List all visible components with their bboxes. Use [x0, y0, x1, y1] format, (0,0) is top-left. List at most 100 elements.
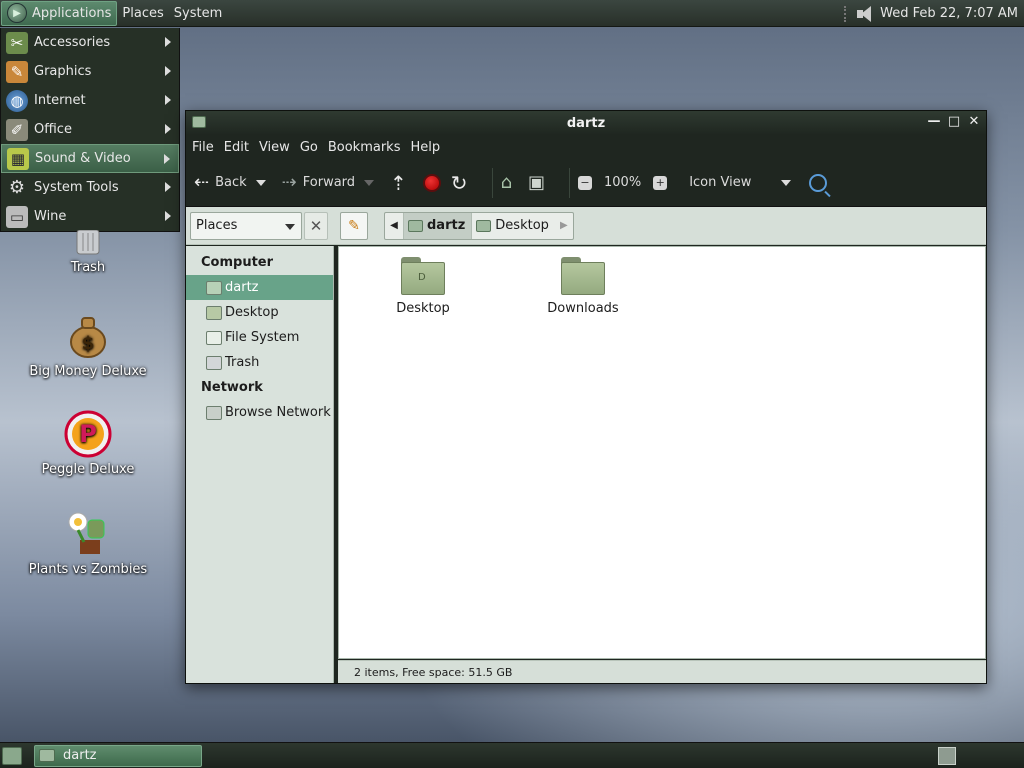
menu-item-label: Accessories — [34, 35, 111, 50]
crumb-label: Desktop — [495, 218, 549, 233]
reload-button[interactable]: ↻ — [451, 171, 474, 195]
trash-icon — [206, 355, 222, 370]
home-button[interactable]: ⌂ — [501, 172, 518, 193]
sidebar-header-computer: Computer — [201, 255, 274, 270]
sidebar-item-desktop[interactable]: Desktop — [186, 300, 333, 325]
close-button[interactable]: ✕ — [966, 114, 982, 130]
side-pane-select[interactable]: Places — [190, 211, 302, 240]
menu-file[interactable]: File — [188, 140, 218, 155]
forward-arrow-icon: ⇢ — [281, 172, 297, 193]
office-icon: ✐ — [6, 118, 28, 141]
maximize-button[interactable]: □ — [946, 114, 962, 130]
menu-item-label: Sound & Video — [35, 151, 131, 166]
sidebar-item-file-system[interactable]: File System — [186, 325, 333, 350]
zoom-in-button[interactable]: + — [653, 175, 668, 190]
zoom-out-button[interactable]: − — [578, 175, 593, 190]
applications-icon: ▶ — [7, 3, 27, 23]
menu-view[interactable]: View — [255, 140, 294, 155]
desktop-icon-trash[interactable]: Trash — [18, 230, 158, 275]
menu-item-accessories[interactable]: ✂ Accessories — [1, 28, 179, 57]
system-menu-button[interactable]: System — [169, 0, 227, 27]
back-button[interactable]: ⇠ Back — [194, 172, 266, 193]
menu-item-office[interactable]: ✐ Office — [1, 115, 179, 144]
file-manager-window: dartz — □ ✕ File Edit View Go Bookmarks … — [185, 110, 987, 684]
workspace-switcher[interactable] — [938, 747, 956, 765]
forward-history-dropdown-icon[interactable] — [364, 179, 375, 186]
applications-menu: ✂ Accessories ✎ Graphics ◍ Internet ✐ Of… — [0, 28, 180, 232]
search-button[interactable] — [809, 173, 828, 192]
computer-icon: ▣ — [528, 172, 546, 193]
wine-icon: ▭ — [6, 205, 28, 228]
back-history-dropdown-icon[interactable] — [255, 179, 266, 186]
submenu-arrow-icon — [165, 211, 171, 221]
desktop-icon-peggle[interactable]: P Peggle Deluxe — [18, 410, 158, 477]
crumb-right-icon[interactable]: ▶ — [555, 213, 573, 239]
file-view[interactable]: D Desktop Downloads — [338, 246, 986, 659]
submenu-arrow-icon — [165, 66, 171, 76]
minimize-button[interactable]: — — [926, 114, 942, 130]
computer-button[interactable]: ▣ — [528, 172, 551, 193]
file-item-downloads[interactable]: Downloads — [528, 257, 638, 316]
forward-label: Forward — [302, 175, 356, 190]
system-tools-icon: ⚙ — [8, 177, 26, 198]
menu-item-internet[interactable]: ◍ Internet — [1, 86, 179, 115]
menu-go[interactable]: Go — [296, 140, 322, 155]
menu-item-wine[interactable]: ▭ Wine — [1, 202, 179, 231]
bottom-panel: dartz — [0, 742, 1024, 768]
menu-bookmarks[interactable]: Bookmarks — [324, 140, 405, 155]
svg-text:$: $ — [82, 333, 95, 354]
volume-icon[interactable] — [854, 5, 876, 23]
stop-button[interactable] — [422, 173, 441, 192]
desktop-icon-big-money[interactable]: $ Big Money Deluxe — [18, 312, 158, 379]
plants-vs-zombies-icon — [64, 510, 112, 558]
menu-edit[interactable]: Edit — [220, 140, 253, 155]
up-arrow-icon: ⇡ — [390, 170, 407, 195]
desktop-icon-label: Big Money Deluxe — [29, 364, 147, 379]
submenu-arrow-icon — [164, 154, 170, 164]
places-menu-button[interactable]: Places — [117, 0, 168, 27]
internet-icon: ◍ — [6, 89, 28, 112]
graphics-icon: ✎ — [6, 60, 28, 83]
clock[interactable]: Wed Feb 22, 7:07 AM — [880, 6, 1018, 21]
home-folder-icon — [408, 219, 423, 232]
crumb-dartz[interactable]: dartz — [403, 212, 472, 239]
menubar: File Edit View Go Bookmarks Help — [186, 135, 986, 159]
menu-item-graphics[interactable]: ✎ Graphics — [1, 57, 179, 86]
top-panel: ▶ Applications Places System Wed Feb 22,… — [0, 0, 1024, 27]
menu-item-label: Internet — [34, 93, 86, 108]
applications-menu-button[interactable]: ▶ Applications — [1, 0, 118, 26]
trash-icon — [64, 230, 112, 256]
up-button[interactable]: ⇡ — [390, 171, 413, 195]
sidebar-item-label: File System — [225, 330, 300, 345]
view-mode-select[interactable]: Icon View — [689, 175, 799, 190]
menu-help[interactable]: Help — [406, 140, 444, 155]
sidebar-item-browse-network[interactable]: Browse Network — [186, 400, 333, 425]
sidebar-item-label: Browse Network — [225, 405, 331, 420]
zoom-level: 100% — [604, 175, 642, 190]
sidebar-item-dartz[interactable]: dartz — [186, 275, 333, 300]
taskbar-item-dartz[interactable]: dartz — [34, 744, 202, 767]
crumb-label: dartz — [427, 218, 466, 233]
menu-item-sound-video[interactable]: ▦ Sound & Video — [1, 144, 179, 173]
file-item-desktop[interactable]: D Desktop — [368, 257, 478, 316]
forward-button[interactable]: ⇢ Forward — [281, 172, 375, 193]
menu-item-system-tools[interactable]: ⚙ System Tools — [1, 173, 179, 202]
folder-icon — [561, 257, 605, 295]
edit-location-button[interactable]: ✎ — [340, 211, 368, 240]
window-titlebar[interactable]: dartz — □ ✕ — [186, 111, 986, 135]
system-label: System — [173, 5, 223, 21]
close-side-pane-button[interactable]: ✕ — [304, 211, 328, 240]
taskbar-item-label: dartz — [63, 748, 97, 763]
network-icon — [206, 405, 222, 420]
view-mode-label: Icon View — [689, 175, 752, 190]
toolbar: ⇠ Back ⇢ Forward ⇡ ↻ ⌂ ▣ − 100% + Icon V… — [186, 159, 986, 207]
crumb-desktop[interactable]: Desktop — [471, 212, 555, 239]
accessories-icon: ✂ — [6, 31, 28, 54]
show-desktop-icon[interactable] — [2, 746, 22, 765]
folder-icon: D — [401, 257, 445, 295]
crumb-left-icon[interactable]: ◀ — [385, 213, 403, 239]
sidebar-item-trash[interactable]: Trash — [186, 350, 333, 375]
sidebar-item-label: Desktop — [225, 305, 279, 320]
desktop-icon-plants-vs-zombies[interactable]: Plants vs Zombies — [18, 510, 158, 577]
desktop-icon-label: Trash — [70, 260, 106, 275]
